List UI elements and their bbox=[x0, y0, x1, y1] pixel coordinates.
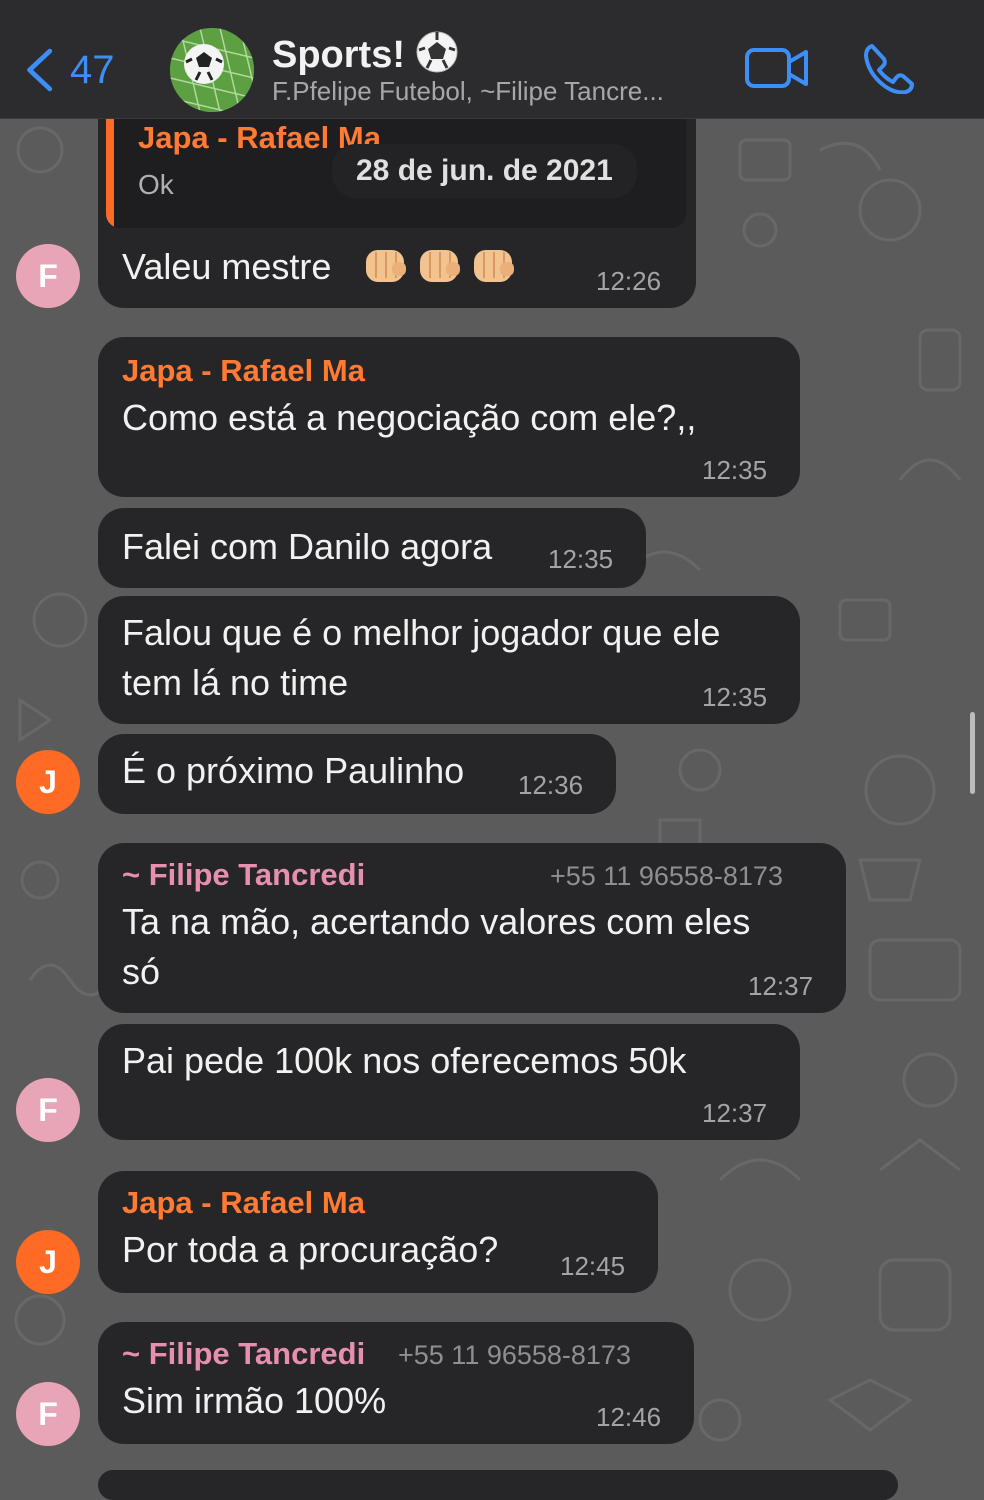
group-avatar[interactable] bbox=[170, 28, 254, 112]
message-text-line-1: Ta na mão, acertando valores com eles bbox=[122, 901, 751, 942]
message-bubble[interactable]: Falou que é o melhor jogador que ele tem… bbox=[98, 596, 800, 724]
message-time: 12:46 bbox=[596, 1402, 662, 1432]
quote-bar bbox=[106, 110, 114, 228]
message-time: 12:35 bbox=[702, 455, 768, 485]
phone-call-icon[interactable] bbox=[862, 42, 914, 94]
chat-title-text: Sports! bbox=[272, 34, 405, 77]
sender-phone: +55 11 96558-8173 bbox=[550, 861, 783, 891]
sender-phone: +55 11 96558-8173 bbox=[398, 1340, 631, 1370]
date-separator: 28 de jun. de 2021 bbox=[332, 144, 637, 198]
avatar[interactable]: J bbox=[16, 1230, 80, 1294]
message-time: 12:45 bbox=[560, 1251, 626, 1281]
message-text-line-2: só bbox=[122, 951, 161, 992]
soccer-net-avatar-image bbox=[170, 28, 254, 112]
message-bubble[interactable]: Japa - Rafael Ma Ok Valeu mestre 12:26 bbox=[98, 110, 696, 308]
video-call-icon[interactable] bbox=[744, 44, 810, 92]
message-text: Falei com Danilo agora bbox=[122, 526, 493, 567]
message-bubble[interactable]: É o próximo Paulinho 12:36 bbox=[98, 734, 616, 814]
quote-text: Ok bbox=[138, 169, 174, 200]
message-bubble[interactable]: ~ Filipe Tancredi +55 11 96558-8173 Sim … bbox=[98, 1322, 694, 1444]
message-bubble[interactable]: Japa - Rafael Ma Como está a negociação … bbox=[98, 337, 800, 497]
message-bubble[interactable]: Japa - Rafael Ma Por toda a procuração? … bbox=[98, 1171, 658, 1293]
avatar[interactable]: F bbox=[16, 1382, 80, 1446]
fist-bump-emoji bbox=[362, 244, 518, 288]
avatar[interactable]: J bbox=[16, 750, 80, 814]
unread-count: 47 bbox=[70, 47, 115, 92]
message-time: 12:26 bbox=[596, 266, 662, 296]
message-text: Por toda a procuração? bbox=[122, 1229, 499, 1270]
message-time: 12:35 bbox=[548, 544, 614, 574]
message-bubble[interactable]: ~ Filipe Tancredi +55 11 96558-8173 Ta n… bbox=[98, 843, 846, 1013]
message-text-line-1: Falou que é o melhor jogador que ele bbox=[122, 612, 721, 653]
message-text: É o próximo Paulinho bbox=[122, 750, 465, 791]
message-sender: Japa - Rafael Ma bbox=[122, 1185, 365, 1220]
message-text-line-2: tem lá no time bbox=[122, 662, 349, 703]
message-time: 12:37 bbox=[702, 1098, 768, 1128]
avatar[interactable]: F bbox=[16, 1078, 80, 1142]
message-bubble-partial[interactable] bbox=[98, 1470, 898, 1500]
back-button[interactable]: 47 bbox=[22, 40, 115, 100]
message-sender: ~ Filipe Tancredi bbox=[122, 1336, 366, 1371]
avatar[interactable]: F bbox=[16, 244, 80, 308]
message-bubble[interactable]: Pai pede 100k nos oferecemos 50k 12:37 bbox=[98, 1024, 800, 1140]
message-text: Como está a negociação com ele?,, bbox=[122, 397, 697, 438]
message-text: Valeu mestre bbox=[122, 246, 332, 287]
message-text: Sim irmão 100% bbox=[122, 1380, 387, 1421]
chat-header: 47 Sports! F.Pfelipe Futebol, ~Filipe Ta… bbox=[0, 0, 984, 119]
scrollbar[interactable] bbox=[970, 712, 975, 794]
message-time: 12:37 bbox=[748, 971, 814, 1001]
message-sender: Japa - Rafael Ma bbox=[122, 353, 365, 388]
chat-participants[interactable]: F.Pfelipe Futebol, ~Filipe Tancre... bbox=[272, 76, 717, 107]
message-bubble[interactable]: Falei com Danilo agora 12:35 bbox=[98, 508, 646, 588]
message-text: Pai pede 100k nos oferecemos 50k bbox=[122, 1040, 687, 1081]
message-time: 12:36 bbox=[518, 770, 584, 800]
message-time: 12:35 bbox=[702, 682, 768, 712]
chevron-left-icon bbox=[27, 48, 53, 92]
message-sender: ~ Filipe Tancredi bbox=[122, 857, 366, 892]
